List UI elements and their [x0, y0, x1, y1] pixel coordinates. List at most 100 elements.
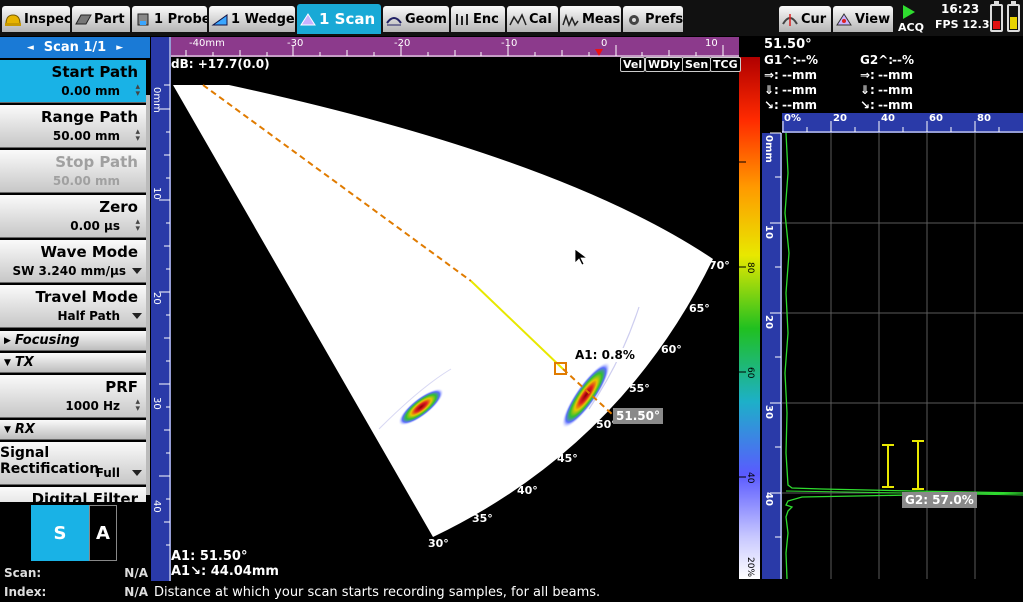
dropdown-arrow-icon[interactable] — [132, 313, 142, 319]
depth-ruler-label: 10 — [763, 225, 774, 239]
scan-selector-label: Scan 1/1 — [43, 40, 107, 55]
signal-rectification-param[interactable]: Signal Rectification Full — [0, 442, 146, 485]
tab-calibration[interactable]: Cal — [507, 6, 558, 32]
collapse-arrow-icon: ▼ — [4, 357, 11, 368]
panel-scrollbar[interactable] — [146, 95, 150, 495]
amp-ruler-label: 40 — [881, 113, 895, 124]
ascan-canvas[interactable] — [762, 113, 1023, 579]
measure-icon — [562, 12, 580, 27]
tab-wedge[interactable]: 1 Wedge — [209, 6, 295, 32]
param-value[interactable]: 0.00 µs — [70, 219, 120, 233]
tab-cursor[interactable]: Cur — [779, 6, 831, 32]
spin-arrows-icon[interactable]: ▴ ▾ — [135, 398, 140, 414]
scan-selector[interactable]: ◄ Scan 1/1 ► — [0, 37, 150, 58]
start-path-param[interactable]: Start Path 0.00 mm ▴ ▾ — [0, 60, 146, 103]
focusing-section[interactable]: ▶ Focusing — [0, 331, 146, 351]
tab-probe[interactable]: 1 Probe — [132, 6, 207, 32]
tab-part[interactable]: Part — [72, 6, 130, 32]
tab-label: Prefs — [645, 11, 683, 27]
angle-label-35: 35° — [472, 512, 493, 525]
tab-label: Enc — [473, 11, 499, 27]
sector-scan-canvas[interactable] — [151, 37, 760, 581]
param-label: Stop Path — [55, 153, 138, 171]
tab-inspection[interactable]: Inspec — [2, 6, 70, 32]
color-scale-label: 80 — [745, 262, 755, 274]
battery-1-icon — [990, 1, 1003, 32]
v-ruler-label: 10 — [151, 187, 162, 200]
v-ruler-label: 30 — [151, 397, 162, 410]
previous-scan-arrow-icon[interactable]: ◄ — [27, 43, 34, 53]
h-ruler-label: -20 — [394, 38, 411, 49]
v-ruler-label: 40 — [151, 500, 162, 513]
tab-encoder[interactable]: Enc — [451, 6, 505, 32]
param-value[interactable]: Full — [96, 466, 120, 480]
gate1-amp-label: G1^: — [764, 53, 798, 67]
param-value[interactable]: 1000 Hz — [65, 399, 120, 413]
rx-section[interactable]: ▼ RX — [0, 420, 146, 440]
param-label: Travel Mode — [35, 288, 138, 306]
amp-ruler-label: 80 — [977, 113, 991, 124]
gate1-position-label: ⇒: — [764, 68, 779, 82]
sector-scan-view[interactable]: -40mm -30 -20 -10 0 10 0mm 10 20 30 40 d… — [151, 37, 760, 581]
gain-readout[interactable]: dB: +17.7(0.0) — [171, 57, 270, 71]
help-bar: Distance at which your scan starts recor… — [150, 583, 1023, 602]
tab-geometry[interactable]: Geom — [383, 6, 449, 32]
angle-label-55: 55° — [629, 382, 650, 395]
dropdown-arrow-icon[interactable] — [132, 470, 142, 476]
spin-arrows-icon[interactable]: ▴ ▾ — [135, 83, 140, 99]
zero-param[interactable]: Zero 0.00 µs ▴ ▾ — [0, 195, 146, 238]
top-toolbar: Inspec Part 1 Probe 1 Wedge 1 Scan Geom … — [0, 0, 1023, 36]
acquisition-play-icon[interactable] — [903, 5, 915, 19]
gate2-soundpath-label: ↘: — [860, 98, 875, 112]
spin-arrows-icon[interactable]: ▴ ▾ — [135, 128, 140, 144]
prf-param[interactable]: PRF 1000 Hz ▴ ▾ — [0, 375, 146, 418]
sensitivity-button[interactable]: Sen — [682, 57, 712, 72]
section-label: TX — [14, 355, 34, 370]
param-value[interactable]: 50.00 mm — [53, 129, 120, 143]
param-label: Digital Filter — [31, 490, 138, 502]
tcg-button[interactable]: TCG — [710, 57, 741, 72]
tab-label: View — [855, 11, 891, 27]
param-value[interactable]: SW 3.240 mm/µs — [12, 264, 126, 278]
wave-mode-param[interactable]: Wave Mode SW 3.240 mm/µs — [0, 240, 146, 283]
tab-scan[interactable]: 1 Scan — [297, 4, 381, 34]
part-icon — [74, 12, 92, 27]
param-value[interactable]: Half Path — [57, 309, 120, 323]
depth-ruler-label: 0mm — [763, 135, 774, 163]
param-value[interactable]: 0.00 mm — [61, 84, 120, 98]
tab-label: 1 Scan — [319, 10, 376, 28]
encoder-icon — [453, 12, 471, 27]
section-label: RX — [14, 422, 35, 437]
depth-ruler — [762, 133, 782, 579]
tx-section[interactable]: ▼ TX — [0, 353, 146, 373]
view-s-button[interactable]: S — [31, 505, 89, 561]
wedge-delay-button[interactable]: WDly — [645, 57, 684, 72]
gate2-position-value: --mm — [878, 68, 913, 82]
view-a-button[interactable]: A — [89, 505, 117, 561]
color-scale-label: 60 — [745, 367, 755, 379]
parameter-panel: ◄ Scan 1/1 ► Start Path 0.00 mm ▴ ▾ Range… — [0, 37, 150, 502]
h-ruler-label: 10 — [705, 38, 718, 49]
cursor-angle-tag[interactable]: 51.50° — [613, 408, 663, 424]
expand-arrow-icon: ▶ — [4, 335, 11, 346]
param-label: Range Path — [40, 108, 138, 126]
gate2-amplitude-tag[interactable]: G2: 57.0% — [902, 492, 977, 508]
tab-measurements[interactable]: Meas — [560, 6, 621, 32]
next-scan-arrow-icon[interactable]: ► — [116, 43, 123, 53]
tab-preferences[interactable]: Prefs — [623, 6, 683, 32]
depth-ruler-label: 20 — [763, 315, 774, 329]
angle-label-70: 70° — [709, 259, 730, 272]
param-label: PRF — [105, 378, 138, 396]
gate-markers[interactable] — [882, 440, 924, 490]
tab-label: 1 Wedge — [231, 11, 295, 27]
indication-amplitude-label: A1: 0.8% — [574, 348, 636, 362]
range-path-param[interactable]: Range Path 50.00 mm ▴ ▾ — [0, 105, 146, 148]
digital-filter-param[interactable]: Digital Filter — [0, 487, 146, 502]
velocity-button[interactable]: Vel — [620, 57, 646, 72]
travel-mode-param[interactable]: Travel Mode Half Path — [0, 285, 146, 328]
spin-arrows-icon[interactable]: ▴ ▾ — [135, 218, 140, 234]
angle-label-60: 60° — [661, 343, 682, 356]
dropdown-arrow-icon[interactable] — [132, 268, 142, 274]
color-scale-label: 20% — [745, 557, 755, 578]
tab-view[interactable]: View — [833, 6, 893, 32]
